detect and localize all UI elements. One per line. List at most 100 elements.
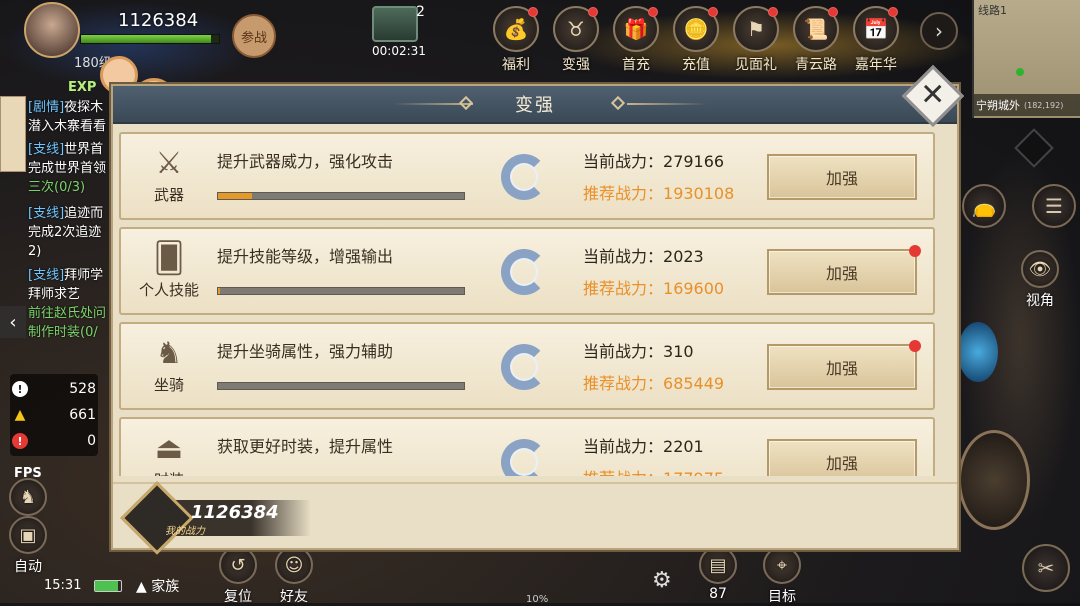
strengthen-card: ♞ 坐骑 提升坐骑属性，强力辅助 当前战力：310 推荐战力：685449 加强 (119, 322, 935, 410)
panel-title: 变强 (515, 95, 555, 116)
skill-cards-icon: 🂠 (153, 241, 185, 276)
quest-tracker-toggle[interactable] (0, 96, 26, 172)
card-name: 武器 (153, 186, 184, 204)
top-menu-treasure-chest[interactable]: 🎁 首充 (608, 6, 664, 74)
card-category: 🂠 个人技能 (139, 239, 199, 300)
c-arrow-icon (501, 154, 547, 200)
player-avatar[interactable] (24, 2, 80, 58)
progress-percent: 10% (526, 594, 549, 605)
skill-swirl-icon[interactable] (958, 322, 998, 382)
hanger-icon: ⏏ (154, 431, 184, 466)
top-menu-scroll-bundle[interactable]: 📜 青云路 (788, 6, 844, 74)
card-name: 坐骑 (153, 376, 184, 394)
target-button[interactable]: ⌖ 目标 (758, 546, 806, 606)
horse-icon: ♞ (9, 478, 47, 516)
top-menu-label: 嘉年华 (855, 57, 897, 73)
reset-icon: ↺ (219, 546, 257, 584)
minimap[interactable]: 线路1 宁朔城外 (182,192) (972, 0, 1080, 118)
stat-row: ! 528 (12, 378, 96, 400)
notification-dot (528, 7, 538, 17)
stat-row: ! 0 (12, 430, 96, 452)
combat-badge[interactable]: 参战 (232, 14, 276, 58)
view-angle-button[interactable]: 👁 视角 (1016, 250, 1064, 310)
my-power-label: 我的战力 (165, 526, 205, 537)
friends-icon: ☺ (275, 546, 313, 584)
progress-bar (217, 382, 465, 390)
quest-item[interactable]: [剧情]夜探木 潜入木寨看看 (28, 98, 106, 136)
calendar-icon: 📅 (853, 6, 899, 52)
close-icon: ✕ (920, 77, 946, 113)
card-category: ♞ 坐骑 (139, 334, 199, 395)
c-arrow-icon (501, 249, 547, 295)
treasure-timer: 00:02:31 (372, 44, 426, 58)
recommended-power: 推荐战力：169600 (583, 279, 725, 298)
skill-attack-button[interactable] (958, 430, 1030, 530)
exp-label: EXP (68, 80, 97, 95)
enhance-button[interactable]: 加强 (767, 340, 921, 390)
warning-icon: ▲ (14, 407, 26, 423)
weapon-toggle-icon[interactable]: ✂ (1022, 544, 1070, 592)
eye-icon: 👁 (1021, 250, 1059, 288)
minimap-line: 线路1 (978, 4, 1007, 17)
current-power: 当前战力：2023 (583, 247, 704, 266)
battery-icon (94, 580, 122, 592)
weapon-icon: ⚔ (155, 146, 183, 181)
auto-button[interactable]: ▣ 自动 (4, 516, 52, 576)
strengthen-panel: 变强 ✕ ⚔ 武器 提升武器威力，强化攻击 当前战力：279166 推荐战力：19301… (111, 64, 965, 555)
card-category: ⏏ 时装 (139, 429, 199, 476)
enhance-button[interactable]: 加强 (767, 154, 917, 200)
top-menu-coin-pouch[interactable]: 🪙 充值 (668, 6, 724, 74)
strengthen-card: ⚔ 武器 提升武器威力，强化攻击 当前战力：279166 推荐战力：1930108 加强 (119, 132, 935, 220)
quest-item[interactable]: [支线]拜师学 拜师求艺 前往赵氏处问 制作时装(0/ (28, 266, 106, 342)
top-menu-calendar[interactable]: 📅 嘉年华 (848, 6, 904, 74)
quest-tracker-collapse[interactable]: ‹ (0, 306, 26, 338)
notification-dot (909, 340, 921, 352)
quest-item[interactable]: [支线]世界首 完成世界首领 三次(0/3) (28, 140, 106, 197)
recommended-power: 推荐战力：1930108 (583, 184, 735, 203)
top-menu-money-bag[interactable]: 💰 福利 (488, 6, 544, 74)
family-button[interactable]: ▲ 家族 (136, 576, 179, 596)
notification-dot (768, 7, 778, 17)
notification-dot (888, 7, 898, 17)
menu-icon[interactable]: ☰ (1032, 184, 1076, 228)
top-menu-label: 充值 (682, 57, 710, 73)
top-menu-ox-head[interactable]: ♉ 变强 (548, 6, 604, 74)
enhance-button[interactable]: 加强 (767, 439, 917, 476)
money-bag-icon: 💰 (493, 6, 539, 52)
enhance-button[interactable]: 加强 (767, 245, 921, 295)
friends-button[interactable]: ☺ 好友 (270, 546, 318, 606)
top-menu-banner-flag[interactable]: ⚑ 见面礼 (728, 6, 784, 74)
my-power-value: 1126384 (191, 502, 279, 523)
ox-head-icon: ♉ (553, 6, 599, 52)
minimap-player-marker (1016, 68, 1024, 76)
notification-dot (588, 7, 598, 17)
stat-row: ▲ 661 (12, 404, 96, 426)
monitor-icon: ▣ (9, 516, 47, 554)
top-menu-label: 首充 (622, 57, 650, 73)
top-menu-label: 福利 (502, 57, 530, 73)
card-description: 提升武器威力，强化攻击 (217, 152, 394, 171)
reset-button[interactable]: ↺ 复位 (214, 546, 262, 606)
recommended-power: 推荐战力：685449 (583, 374, 725, 393)
top-menu-label: 见面礼 (735, 57, 777, 73)
top-menu-label: 变强 (562, 57, 590, 73)
bag-icon: ▤ (699, 546, 737, 584)
treasure-chest-icon[interactable] (372, 6, 418, 42)
combat-badge-label: 参战 (240, 30, 267, 46)
hp-bar (80, 34, 220, 44)
horse-icon: ♞ (155, 336, 183, 371)
bag-side-icon[interactable]: 👝 (962, 184, 1006, 228)
crosshair-icon: ⌖ (763, 546, 801, 584)
current-power: 当前战力：2201 (583, 437, 704, 456)
strengthen-card: 🂠 个人技能 提升技能等级，增强输出 当前战力：2023 推荐战力：169600 加强 (119, 227, 935, 315)
quest-item[interactable]: [支线]追迹而 完成2次追迹 2) (28, 204, 103, 261)
banner-flag-icon: ⚑ (733, 6, 779, 52)
treasure-count: 2 (416, 4, 425, 20)
notification-dot (708, 7, 718, 17)
card-name: 时装 (139, 469, 199, 476)
top-menu-label: 青云路 (795, 57, 837, 73)
strengthen-list[interactable]: ⚔ 武器 提升武器威力，强化攻击 当前战力：279166 推荐战力：1930108 加强 🂠… (119, 132, 935, 476)
menu-next-arrow[interactable]: › (920, 12, 958, 50)
bag-button[interactable]: ▤ 87 (694, 546, 742, 602)
settings-gear-icon[interactable]: ⚙ (652, 568, 672, 593)
